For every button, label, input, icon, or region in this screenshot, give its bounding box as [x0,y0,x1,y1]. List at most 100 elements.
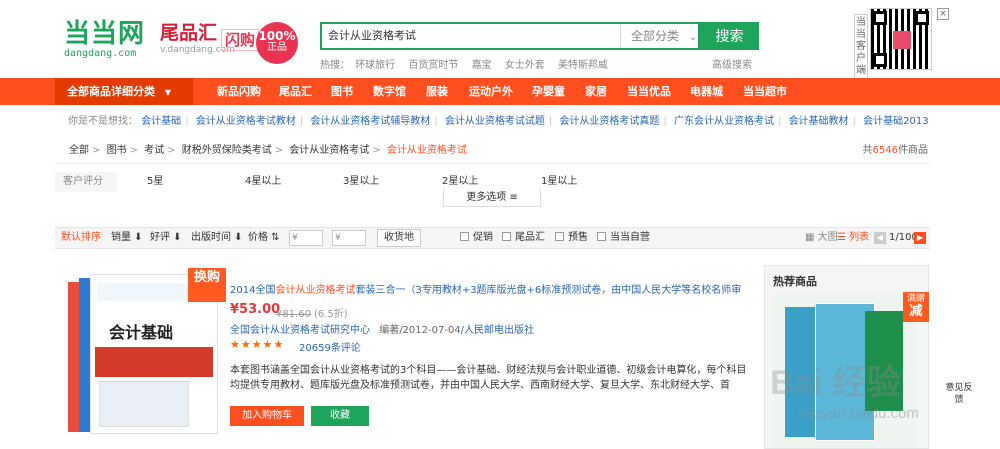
checkbox[interactable] [460,232,469,241]
arrow-down-icon: ⬇ [170,232,182,243]
breadcrumb: 全部 > 图书 > 考试 > 财税外贸保险类考试 > 会计从业资格考试 > 会计从业资格考… [69,140,467,162]
cover-image [99,381,189,427]
feedback-button[interactable]: 意见反馈 [944,382,974,406]
suggest-link[interactable]: 会计从业资格考试真题 [559,116,659,127]
original-price: ¥81.60 (6.5折) [276,305,348,320]
filter-self[interactable]: 当当自营 [597,228,650,248]
filter-promo[interactable]: 促销 [460,228,493,248]
nav-item-home[interactable]: 家居 [585,78,607,105]
swap-tag: 换购 [188,268,226,302]
rating-option[interactable]: 1星以上 [541,172,577,192]
nav-item-clothing[interactable]: 服装 [426,78,448,105]
list-icon: ☰ [837,232,850,243]
flash-sale-logo[interactable]: 闪购 [221,29,260,51]
breadcrumb-item[interactable]: 全部 [69,145,89,156]
favorite-button[interactable]: 收藏 [311,406,369,426]
nav-item-new[interactable]: 新品闪购 [217,78,261,105]
next-page-icon[interactable]: ▶ [914,232,926,244]
product-title[interactable]: 2014全国会计从业资格考试套装三合一（3专用教材+3题库版光盘+6标准预测试卷… [230,284,750,298]
pub-date: /2012-07-04 [399,325,461,336]
sort-praise[interactable]: 好评 ⬇ [150,228,182,248]
filter-promo-label: 促销 [473,232,493,243]
product-price: ¥53.00 [230,302,281,317]
nav-item-digital[interactable]: 数字馆 [373,78,406,105]
suggest-link[interactable]: 会计基础2013 [863,116,928,127]
search-category-select[interactable]: 全部分类 ⌄ [620,24,700,48]
nav-item-appliances[interactable]: 电器城 [690,78,723,105]
publisher-link[interactable]: /人民邮电出版社 [461,325,534,336]
rating-option[interactable]: 4星以上 [245,172,281,192]
promo-tag-top: 满赠 [906,294,925,304]
hot-word[interactable]: 女士外套 [505,60,545,71]
breadcrumb-item[interactable]: 考试 [144,145,164,156]
badge-percent: 100% [258,29,296,43]
close-icon[interactable]: × [937,8,949,20]
price-min-input[interactable]: ¥ [289,230,323,246]
sort-price[interactable]: 价格 ⇅ [248,228,280,248]
all-categories-label: 全部商品详细分类 [67,85,155,98]
ship-to-select[interactable]: 收货地 [377,229,421,247]
count-prefix: 共 [862,145,873,156]
suggest-link[interactable]: 会计从业资格考试辅导教材 [310,116,430,127]
suggest-label: 你是不是想找： [68,116,138,127]
suggest-link[interactable]: 广东会计从业资格考试 [674,116,774,127]
suggest-link[interactable]: 会计基础 [141,116,181,127]
chevron-right-icon: > [372,145,381,156]
breadcrumb-item[interactable]: 会计从业资格考试 [289,145,369,156]
dangdang-logo[interactable]: 当当网 dangdang.com [64,20,154,62]
qr-code-icon[interactable] [870,8,932,70]
nav-item-supermarket[interactable]: 当当超市 [743,78,787,105]
checkbox[interactable] [502,232,511,241]
chevron-right-icon: > [274,145,284,156]
more-options-button[interactable]: 更多选项 ≡ [443,189,541,207]
search-button[interactable]: 搜索 [700,22,759,50]
hot-word[interactable]: 百货赏时节 [408,60,458,71]
filter-tail[interactable]: 尾品汇 [502,228,545,248]
brand2-domain: v.dangdang.com [160,45,235,55]
prev-page-icon[interactable]: ◀ [874,232,886,244]
filter-presale[interactable]: 预售 [555,228,588,248]
nav-item-youpin[interactable]: 当当优品 [627,78,671,105]
grid-icon: ▦ [805,232,818,243]
price-max-input[interactable]: ¥ [332,230,366,246]
checkbox[interactable] [597,232,606,241]
hot-word[interactable]: 嘉宝 [472,60,492,71]
nav-item-baby[interactable]: 孕婴童 [532,78,565,105]
sort-default[interactable]: 默认排序 [61,228,101,248]
sort-pubtime[interactable]: 出版时间 ⬇ [191,228,243,248]
advanced-search-link[interactable]: 高级搜索 [712,56,752,71]
view-big[interactable]: ▦ 大图 [805,228,838,248]
weipinhui-logo[interactable]: 尾品汇 v.dangdang.com [160,22,235,62]
view-list-label: 列表 [849,232,870,243]
filter-tail-label: 尾品汇 [515,232,545,243]
checkbox[interactable] [555,232,564,241]
title-prefix: 2014全国 [230,285,276,296]
nav-item-books[interactable]: 图书 [331,78,353,105]
all-categories-menu[interactable]: 全部商品详细分类 ▼ [55,78,193,105]
breadcrumb-item[interactable]: 图书 [107,145,127,156]
search-input[interactable] [322,24,620,48]
suggest-link[interactable]: 会计基础教材 [789,116,849,127]
nav-item-sports[interactable]: 运动户外 [469,78,513,105]
review-count-link[interactable]: 20659条评论 [299,339,361,354]
watermark: Bai 经验 [770,364,901,402]
rating-option[interactable]: 5星 [147,172,163,192]
count-value: 6546 [872,145,898,156]
filter-presale-label: 预售 [568,232,588,243]
nav-item-weipinhui[interactable]: 尾品汇 [279,78,312,105]
sort-sales[interactable]: 销量 ⬇ [111,228,143,248]
logo-text: 当当网 [64,19,146,49]
suggest-link[interactable]: 会计从业资格考试试题 [445,116,545,127]
logo-domain: dangdang.com [64,48,137,59]
rating-option[interactable]: 3星以上 [343,172,379,192]
add-to-cart-button[interactable]: 加入购物车 [230,406,304,426]
separator: | [852,116,856,127]
arrow-down-icon: ⬇ [231,232,243,243]
promo-tag: 满赠 减 [903,292,929,322]
author-link[interactable]: 全国会计从业资格考试研究中心 [230,325,370,336]
suggest-link[interactable]: 会计从业资格考试教材 [196,116,296,127]
hot-word[interactable]: 美特斯邦威 [558,60,608,71]
view-list[interactable]: ☰ 列表 [837,228,869,248]
hot-word[interactable]: 环球旅行 [355,60,395,71]
breadcrumb-item[interactable]: 财税外贸保险类考试 [182,145,272,156]
